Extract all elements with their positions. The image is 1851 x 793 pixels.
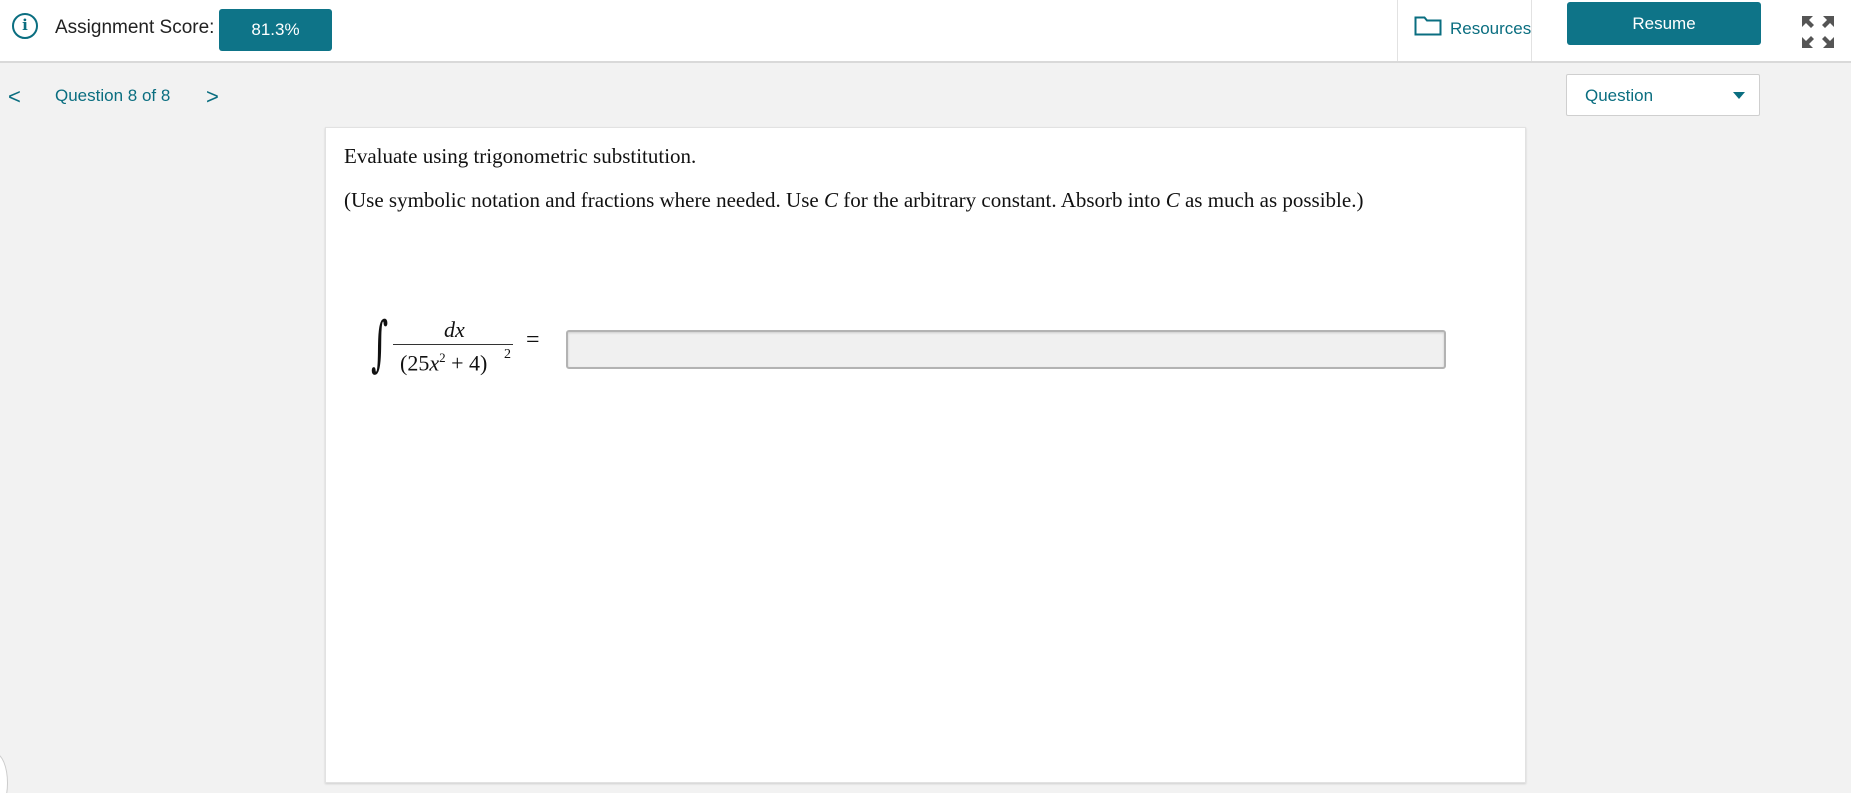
constant-symbol: C bbox=[1165, 188, 1180, 212]
question-prompt: Evaluate using trigonometric substitutio… bbox=[344, 144, 697, 168]
view-select-value: Question bbox=[1585, 86, 1654, 105]
equals-sign: = bbox=[526, 327, 540, 353]
resume-button[interactable]: Resume bbox=[1567, 2, 1761, 45]
question-counter: Question 8 of 8 bbox=[55, 86, 171, 105]
next-question-icon[interactable]: > bbox=[206, 84, 219, 110]
fraction-line bbox=[393, 344, 513, 345]
question-instructions: (Use symbolic notation and fractions whe… bbox=[344, 188, 1363, 213]
assignment-score-badge: 81.3% bbox=[219, 9, 332, 51]
view-select[interactable]: Question bbox=[1566, 74, 1760, 116]
resources-label: Resources bbox=[1450, 19, 1532, 38]
instructions-text-1: (Use symbolic notation and fractions whe… bbox=[344, 188, 824, 212]
integral-numerator: dx bbox=[444, 317, 465, 342]
fullscreen-icon[interactable] bbox=[1802, 16, 1834, 48]
integral-sign: ∫ bbox=[371, 309, 389, 379]
instructions-text-3: as much as possible.) bbox=[1179, 188, 1364, 212]
corner-widget[interactable] bbox=[0, 753, 8, 793]
outer-exponent: 2 bbox=[504, 347, 511, 362]
assignment-score-label: Assignment Score: bbox=[55, 17, 215, 38]
answer-input[interactable] bbox=[566, 330, 1446, 369]
resources-button[interactable]: Resources bbox=[1397, 0, 1532, 61]
info-icon[interactable]: i bbox=[12, 13, 38, 39]
previous-question-icon[interactable]: < bbox=[8, 84, 21, 110]
integral-denominator: (25x2 + 4) bbox=[400, 350, 488, 376]
constant-symbol: C bbox=[823, 188, 838, 212]
caret-down-icon bbox=[1733, 92, 1745, 99]
top-bar: i Assignment Score: 81.3% Resources Resu… bbox=[0, 0, 1851, 63]
instructions-text-2: for the arbitrary constant. Absorb into bbox=[837, 188, 1166, 212]
question-panel: Evaluate using trigonometric substitutio… bbox=[325, 127, 1526, 783]
folder-icon bbox=[1414, 16, 1442, 36]
